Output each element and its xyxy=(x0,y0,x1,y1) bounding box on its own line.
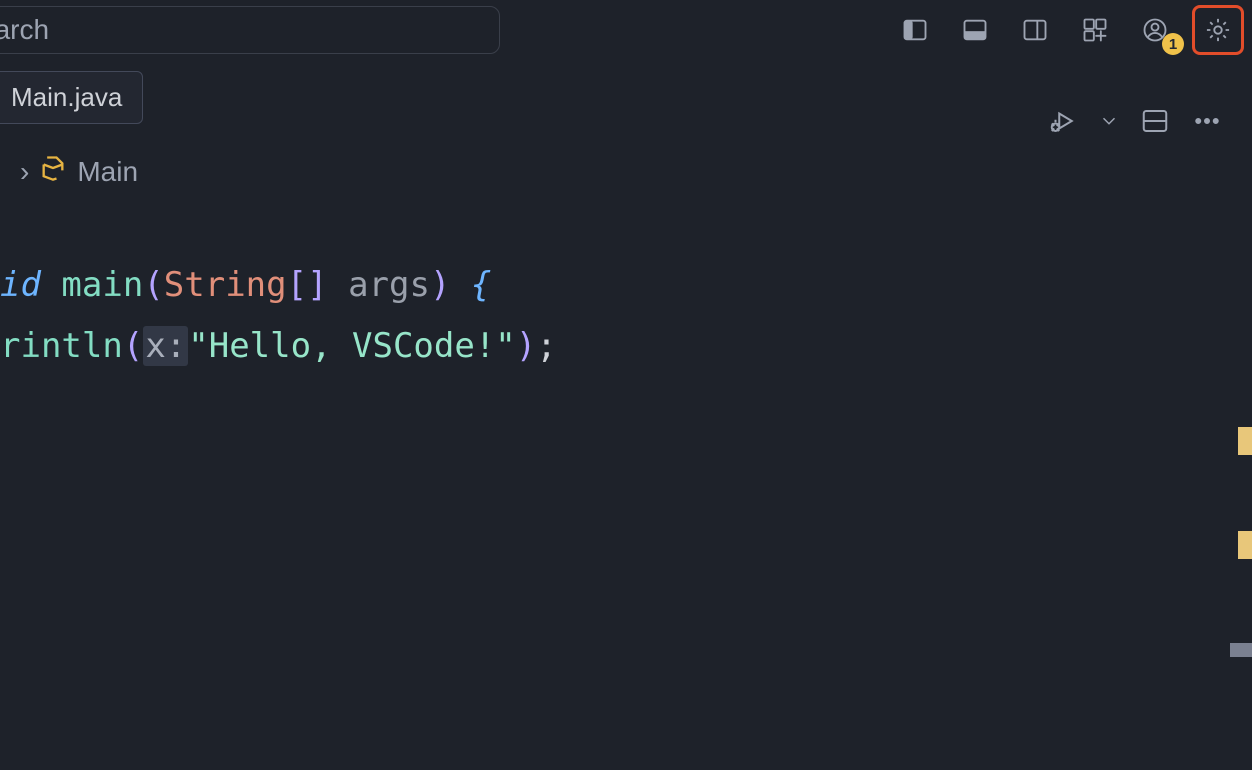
code-line-1: id main(String[] args) { xyxy=(0,255,1252,316)
tab-label: Main.java xyxy=(11,82,122,112)
customize-layout-icon[interactable] xyxy=(1076,11,1114,49)
current-line-highlight xyxy=(0,441,1228,508)
account-icon[interactable]: 1 xyxy=(1136,11,1174,49)
token-brackets: [] xyxy=(287,265,328,305)
breadcrumb[interactable]: › Main xyxy=(0,134,1252,203)
breadcrumb-chevron: › xyxy=(20,156,29,188)
manage-gear-icon[interactable] xyxy=(1198,10,1238,50)
title-bar: earch 1 xyxy=(0,0,1252,60)
overview-cursor-marker xyxy=(1230,643,1252,657)
token-space xyxy=(328,265,348,305)
more-actions-icon[interactable] xyxy=(1190,104,1224,138)
editor-tab-row: Main.java xyxy=(0,60,1252,134)
token-paren-close: ) xyxy=(516,326,536,366)
overview-ruler[interactable] xyxy=(1228,361,1252,376)
split-editor-icon[interactable] xyxy=(1138,104,1172,138)
editor-code-area[interactable]: id main(String[] args) { rintln(x:"Hello… xyxy=(0,203,1252,376)
overview-marker xyxy=(1238,427,1252,455)
token-paren-open: ( xyxy=(123,326,143,366)
run-debug-icon[interactable] xyxy=(1046,104,1080,138)
token-function: main xyxy=(61,265,143,305)
token-paren-close: ) xyxy=(430,265,450,305)
account-badge: 1 xyxy=(1162,33,1184,55)
inlay-hint: x: xyxy=(143,326,188,366)
breadcrumb-class-name: Main xyxy=(77,156,138,188)
token-string: "Hello, VSCode!" xyxy=(188,326,516,366)
tab-main-java[interactable]: Main.java xyxy=(0,71,143,124)
command-center-search[interactable]: earch xyxy=(0,6,500,54)
settings-highlight-box xyxy=(1192,5,1244,55)
class-symbol-icon xyxy=(39,154,67,189)
token-keyword: id xyxy=(0,265,61,305)
token-semicolon: ; xyxy=(536,326,556,366)
overview-marker xyxy=(1238,531,1252,559)
token-paren-open: ( xyxy=(143,265,163,305)
toggle-primary-sidebar-icon[interactable] xyxy=(896,11,934,49)
chevron-down-icon[interactable] xyxy=(1098,104,1120,138)
token-space xyxy=(450,265,470,305)
toggle-panel-icon[interactable] xyxy=(956,11,994,49)
title-bar-actions: 1 xyxy=(896,5,1244,55)
toggle-secondary-sidebar-icon[interactable] xyxy=(1016,11,1054,49)
token-brace: { xyxy=(471,265,491,305)
search-placeholder: earch xyxy=(0,14,49,46)
token-function: rintln xyxy=(0,326,123,366)
code-line-2: rintln(x:"Hello, VSCode!"); xyxy=(0,316,1252,377)
token-args: args xyxy=(348,265,430,305)
editor-actions xyxy=(1046,104,1252,138)
token-type: String xyxy=(164,265,287,305)
